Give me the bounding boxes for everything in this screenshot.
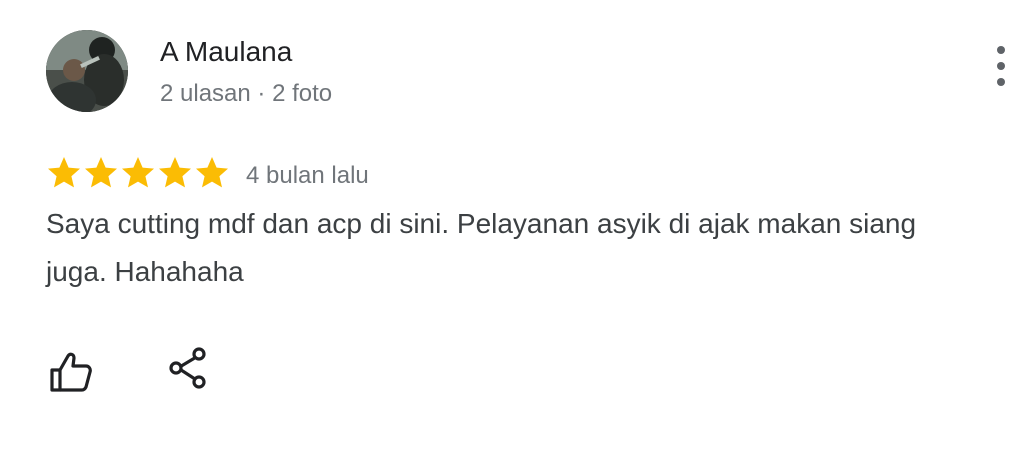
more-vert-icon	[997, 46, 1005, 54]
more-vert-dot	[997, 62, 1005, 70]
more-vert-dot	[997, 78, 1005, 86]
review-text: Saya cutting mdf dan acp di sini. Pelaya…	[46, 208, 917, 287]
star-icon	[48, 157, 80, 188]
avatar-photo	[46, 30, 128, 112]
star-icon	[159, 157, 191, 188]
like-button[interactable]	[46, 350, 94, 394]
share-icon	[169, 347, 206, 389]
star-icon	[122, 157, 154, 188]
review-time: 4 bulan lalu	[246, 162, 369, 189]
star-icon	[85, 157, 117, 188]
reviewer-name[interactable]: A Maulana	[160, 36, 292, 68]
thumb-up-icon	[50, 352, 92, 392]
share-button[interactable]	[166, 346, 210, 390]
more-options-button[interactable]	[984, 40, 1018, 92]
star-icon	[196, 157, 228, 188]
star-rating	[46, 155, 230, 191]
reviewer-avatar[interactable]	[46, 30, 128, 112]
reviewer-meta: 2 ulasan · 2 foto	[160, 80, 333, 107]
